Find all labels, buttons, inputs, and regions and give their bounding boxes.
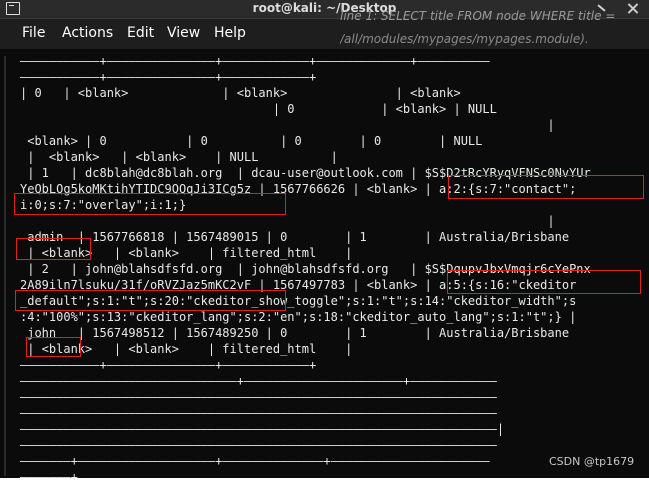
background-window-text: /all/modules/mypages/mypages.module). [340,32,589,46]
terminal-line: ————————————————————————————————————————… [20,390,497,404]
terminal-line: ————————————————————————————————————————… [20,406,497,420]
terminal-line: ———————————+———————————————+————————————… [20,358,317,372]
terminal-line: <blank> | 0 | 0 | 0 | 0 | NULL [20,134,483,148]
terminal-line: :4:"100%";s:13:"ckeditor_lang";s:2:"en";… [20,310,577,324]
watermark: CSDN @tp1679 [549,455,635,468]
terminal-line: ————————————————————————————————————————… [20,422,505,436]
terminal-line: | <blank> | <blank> | NULL | [20,150,338,164]
terminal-line: | 0 | <blank> | <blank> | <blank> [20,86,461,100]
username-highlight [26,337,81,357]
terminal-line: ——————————————————————————————+—————————… [20,374,497,388]
menu-edit[interactable]: Edit [127,25,154,41]
terminal-line: ———————+———————————————————+————————————… [20,454,490,468]
terminal-line: | [20,118,555,132]
terminal-line: admin | 1567766818 | 1567489015 | 0 | 1 … [20,230,570,244]
username-highlight [16,238,91,260]
menu-view[interactable]: View [167,25,200,41]
password-hash-highlight [448,175,644,199]
terminal-line: | [20,214,555,228]
password-hash-highlight [15,290,286,311]
terminal-line: ———————————+———————————————+————————————… [20,54,490,68]
terminal-scrollbar[interactable] [4,56,6,476]
menu-file[interactable]: File [22,25,45,41]
terminal-output[interactable]: ———————————+———————————————+————————————… [0,49,649,484]
password-hash-highlight [447,270,641,294]
terminal-line: ———————+ [20,470,78,484]
terminal-line: ————————————————————————————————————————… [20,438,497,452]
terminal-line: john | 1567498512 | 1567489250 | 0 | 1 |… [20,326,570,340]
terminal-line: | 0 | <blank> | NULL [20,102,497,116]
menu-help[interactable]: Help [214,25,246,41]
menu-actions[interactable]: Actions [62,25,113,41]
password-hash-highlight [14,193,286,215]
background-window-text: line 1: SELECT title FROM node WHERE tit… [340,9,616,23]
terminal-line: ———————————+———————————————+————————————… [20,70,317,84]
